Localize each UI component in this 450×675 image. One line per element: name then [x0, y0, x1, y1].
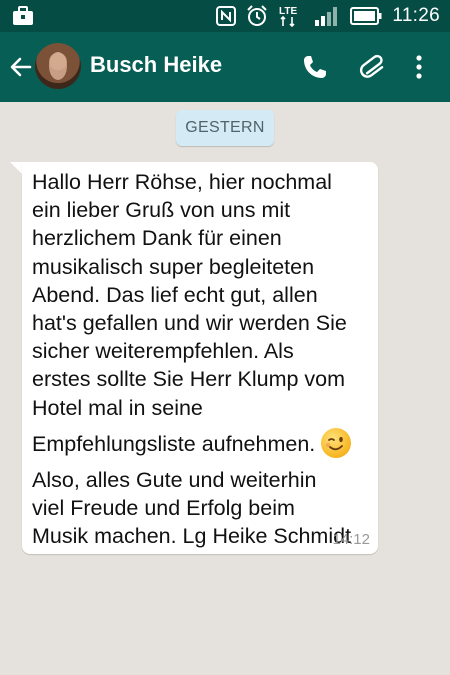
- status-bar: LTE 11:26: [0, 0, 450, 32]
- contact-name[interactable]: Busch Heike: [90, 52, 222, 78]
- message-line: hat's gefallen und wir werden Sie: [32, 311, 347, 336]
- status-time: 11:26: [392, 5, 440, 26]
- lte-signal-icon: LTE: [279, 6, 298, 28]
- message-line: viel Freude und Erfolg beim: [32, 496, 295, 521]
- message-line: ein lieber Gruß von uns mit: [32, 198, 291, 223]
- message-line: Musik machen. Lg Heike Schmidt: [32, 524, 352, 549]
- date-separator: GESTERN: [176, 110, 274, 146]
- chat-header: Busch Heike: [0, 32, 450, 102]
- message-line: herzlichem Dank für einen: [32, 226, 282, 251]
- message-timestamp: 14:12: [332, 531, 370, 548]
- message-line: Also, alles Gute und weiterhin: [32, 467, 317, 492]
- wink-emoji-icon: [321, 428, 352, 459]
- back-arrow-icon[interactable]: [8, 54, 34, 80]
- contact-avatar[interactable]: [35, 43, 81, 89]
- message-bubble[interactable]: Hallo Herr Röhse, hier nochmal ein liebe…: [22, 162, 378, 554]
- message-line: sicher weiterempfehlen. Als: [32, 339, 294, 364]
- message-text: Hallo Herr Röhse, hier nochmal ein liebe…: [32, 168, 378, 550]
- message-line: Hotel mal in seine: [32, 395, 203, 420]
- message-line: musikalisch super begleiteten: [32, 254, 315, 279]
- nfc-icon: [216, 6, 237, 26]
- cell-signal-icon: [315, 7, 338, 26]
- briefcase-notification-icon: [13, 6, 33, 25]
- paperclip-icon[interactable]: [358, 52, 388, 82]
- battery-icon: [350, 7, 382, 25]
- message-line: Hallo Herr Röhse, hier nochmal: [32, 170, 332, 194]
- message-line: Abend. Das lief echt gut, allen: [32, 282, 318, 307]
- more-options-icon[interactable]: [408, 52, 438, 82]
- alarm-icon: [247, 5, 268, 26]
- phone-call-icon[interactable]: [300, 52, 330, 82]
- message-line: erstes sollte Sie Herr Klump vom: [32, 367, 346, 392]
- message-line: Empfehlungsliste aufnehmen.: [32, 431, 316, 456]
- network-label: LTE: [279, 6, 297, 17]
- message-line-with-emoji: Empfehlungsliste aufnehmen.: [32, 422, 378, 466]
